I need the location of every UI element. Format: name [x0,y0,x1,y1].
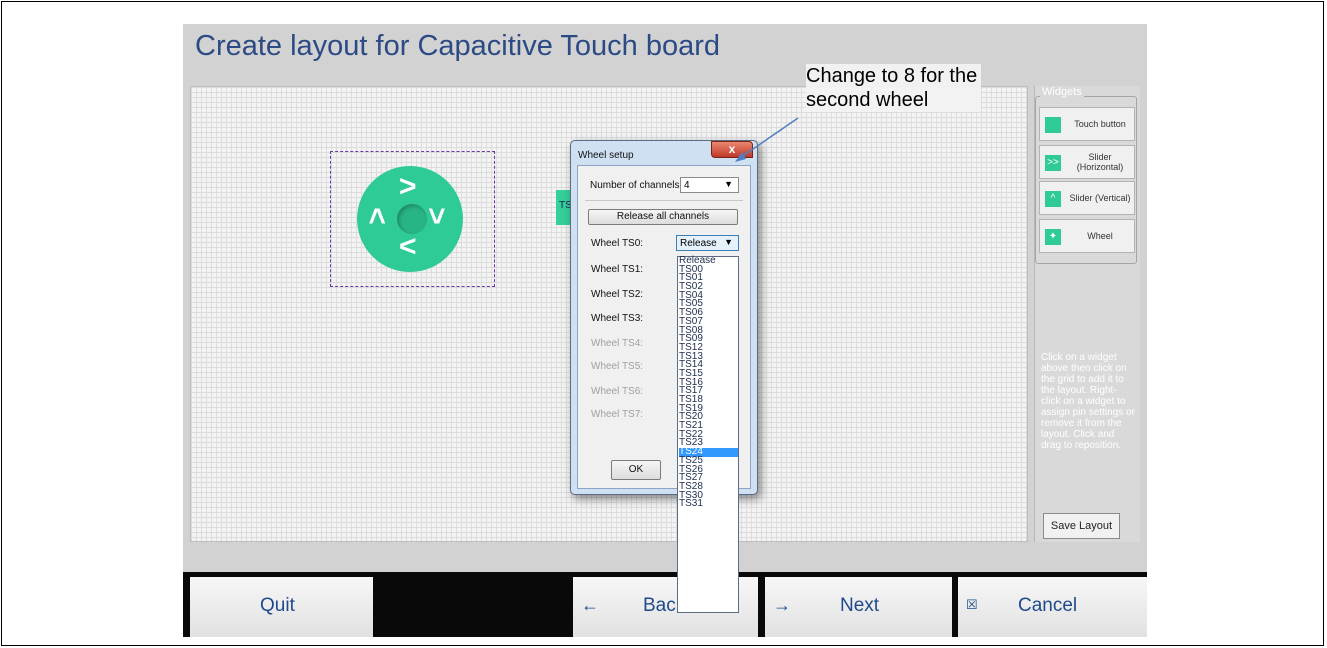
chevron-left-icon: < [399,230,417,263]
horizontal-slider-tool[interactable]: >> Slider (Horizontal) [1039,145,1135,179]
chevron-right-icon: > [399,170,417,203]
arrow-left-icon: ← [581,595,599,615]
chevron-down-icon: ▼ [724,179,733,189]
annotation-line-2: second wheel [806,89,929,111]
ok-button[interactable]: OK [611,460,661,480]
chevron-down-icon: ▼ [724,237,733,247]
wheel-tool-label: Wheel [1087,231,1113,241]
help-text: Click on a widget above then click on th… [1041,352,1135,451]
arrow-right-icon: → [773,595,791,615]
cancel-icon: ☒ [966,597,978,612]
touch-button-tool[interactable]: Touch button [1039,107,1135,141]
page-title: Create layout for Capacitive Touch board [195,30,720,62]
quit-button[interactable]: Quit [190,577,373,637]
next-button[interactable]: → Next [765,577,952,637]
close-icon[interactable]: x [711,141,753,158]
square-swatch-icon [1045,117,1061,133]
annotation-callout: Change to 8 for the second wheel [806,64,982,112]
wheel-ts4-label: Wheel TS4: [591,338,644,349]
horizontal-slider-icon: >> [1045,155,1061,171]
wheel-ts2-label: Wheel TS2: [591,289,644,300]
dropdown-option[interactable]: TS31 [679,499,738,509]
wheel-ts0-value: Release [680,238,717,249]
channel-dropdown-list[interactable]: Release TS00 TS01 TS02 TS04 TS05 TS06 TS07 TS08 T… [677,256,739,613]
wheel-ts0-label: Wheel TS0: [591,238,644,249]
save-layout-button[interactable]: Save Layout [1043,513,1120,539]
cancel-button[interactable]: ☒ Cancel [958,577,1147,637]
wheel-icon: ✦ [1045,229,1061,245]
cancel-label: Cancel [1018,595,1078,616]
horizontal-slider-tool-label: Slider (Horizontal) [1076,152,1124,172]
touch-button-tool-label: Touch button [1074,119,1126,129]
wheel-ts6-label: Wheel TS6: [591,386,644,397]
vertical-slider-icon: ^ [1045,191,1061,207]
widgets-heading: Widgets [1040,86,1084,98]
vertical-slider-tool-label: Slider (Vertical) [1069,193,1131,203]
channels-label: Number of channels [590,180,680,191]
release-all-button[interactable]: Release all channels [588,209,738,225]
wheel-ts3-label: Wheel TS3: [591,313,644,324]
annotation-line-1: Change to 8 for the [806,65,978,87]
channels-value: 4 [684,180,690,191]
dialog-title: Wheel setup [578,150,634,161]
wheel-ts0-select[interactable]: Release ▼ [676,235,739,251]
wheel-tool[interactable]: ✦ Wheel [1039,219,1135,253]
divider [585,200,743,201]
wheel-ts1-label: Wheel TS1: [591,264,644,275]
wheel-ts7-label: Wheel TS7: [591,409,644,420]
next-label: Next [840,595,880,616]
quit-label: Quit [260,595,295,616]
vertical-slider-tool[interactable]: ^ Slider (Vertical) [1039,181,1135,215]
wheel-widget[interactable]: > > < > [357,166,463,272]
wheel-ts5-label: Wheel TS5: [591,361,644,372]
chevron-down-icon: > [419,207,453,225]
chevron-up-icon: > [360,207,394,225]
channels-select[interactable]: 4 ▼ [680,177,739,193]
